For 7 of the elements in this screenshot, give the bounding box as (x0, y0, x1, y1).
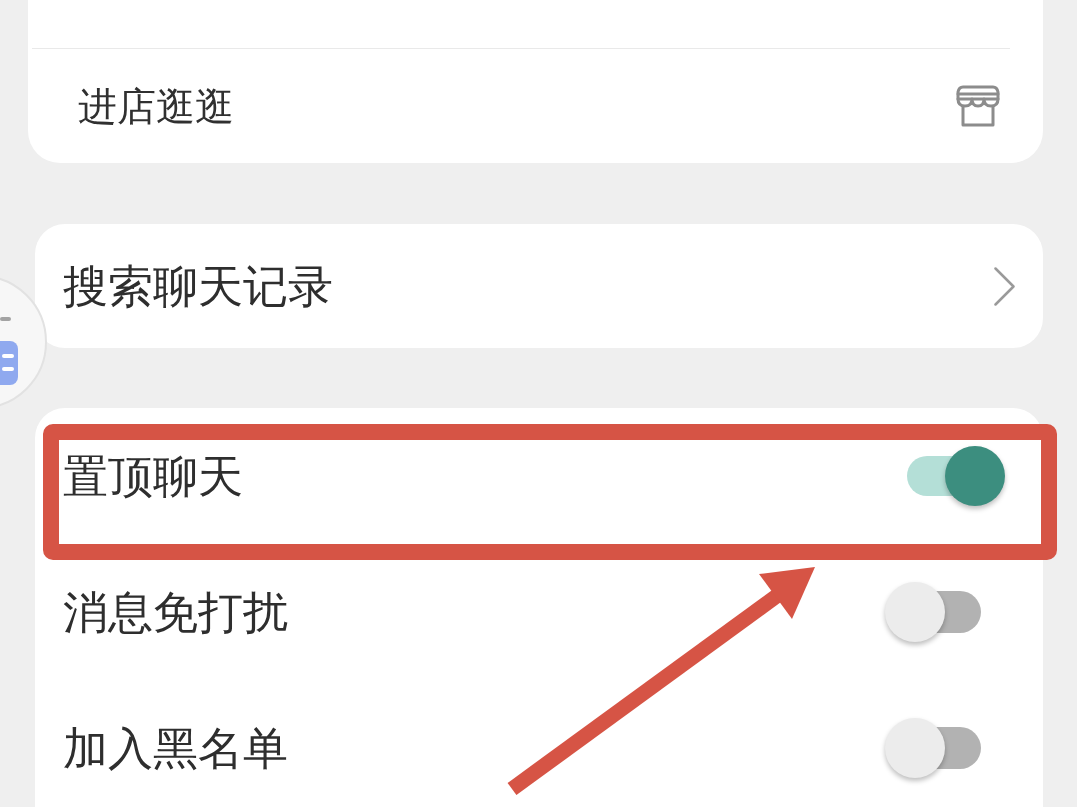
row-label: 消息免打扰 (63, 589, 288, 635)
row-label: 加入黑名单 (63, 725, 288, 771)
row-label: 进店逛逛 (78, 86, 234, 126)
row-label: 置顶聊天 (63, 453, 243, 499)
row-label: 搜索聊天记录 (63, 263, 333, 309)
store-icon[interactable] (956, 85, 1000, 127)
chevron-right-icon (994, 266, 1015, 306)
